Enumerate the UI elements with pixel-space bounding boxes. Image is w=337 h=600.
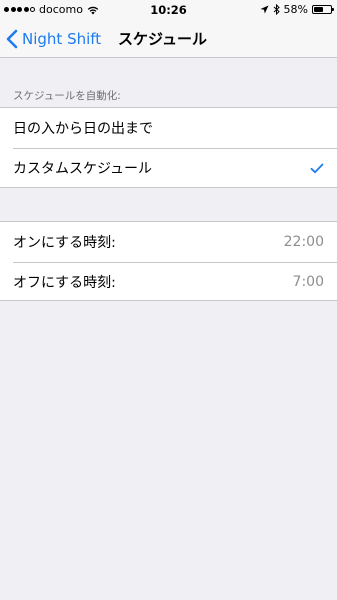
turn-on-time-value: 22:00	[283, 234, 324, 250]
battery-percent: 58%	[283, 3, 308, 16]
option-sunset-to-sunrise[interactable]: 日の入から日の出まで	[0, 108, 337, 148]
section-header-schedule: スケジュールを自動化:	[13, 90, 121, 102]
checkmark-icon	[310, 163, 324, 173]
battery-icon	[312, 5, 334, 14]
turn-off-time-label: オフにする時刻:	[13, 275, 116, 291]
turn-on-time-row[interactable]: オンにする時刻: 22:00	[0, 222, 337, 262]
back-button-label: Night Shift	[22, 30, 102, 48]
option-label: カスタムスケジュール	[13, 161, 153, 177]
turn-off-time-row[interactable]: オフにする時刻: 7:00	[0, 261, 337, 302]
battery-level	[314, 7, 324, 12]
status-right: 58%	[260, 3, 334, 16]
option-label: 日の入から日の出まで	[13, 121, 153, 137]
turn-on-time-label: オンにする時刻:	[13, 235, 116, 251]
schedule-options-group: 日の入から日の出まで カスタムスケジュール	[0, 107, 337, 188]
back-button[interactable]: Night Shift	[6, 20, 101, 58]
page-title: スケジュール	[118, 30, 207, 48]
navigation-bar: Night Shift スケジュール	[0, 20, 337, 58]
status-bar: docomo 10:26 58%	[0, 0, 337, 20]
chevron-left-icon	[6, 29, 18, 49]
turn-off-time-value: 7:00	[292, 274, 324, 290]
custom-time-group: オンにする時刻: 22:00 オフにする時刻: 7:00	[0, 221, 337, 301]
bluetooth-icon	[273, 4, 280, 15]
location-arrow-icon	[260, 5, 269, 14]
option-custom-schedule[interactable]: カスタムスケジュール	[0, 147, 337, 188]
